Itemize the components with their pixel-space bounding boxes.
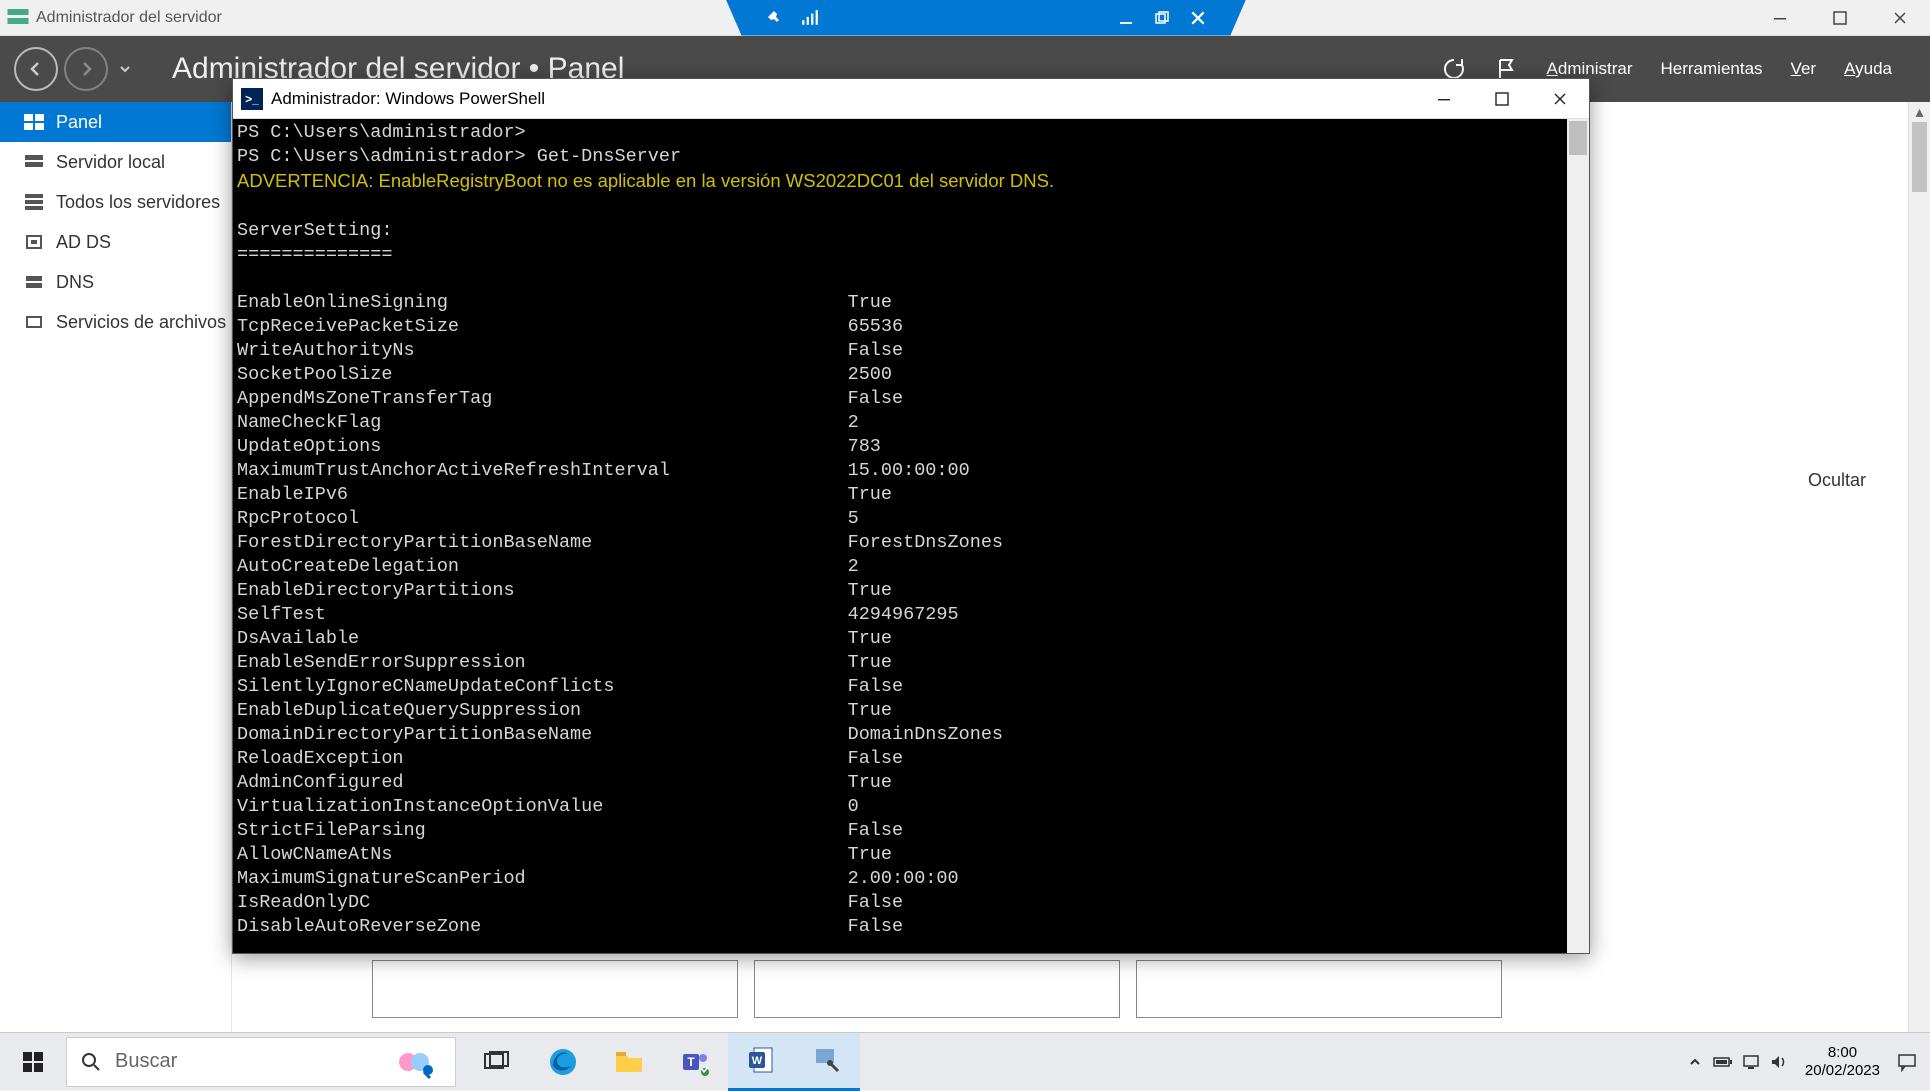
taskbar-apps: T W xyxy=(464,1033,860,1091)
sidebar-item-label: Servicios de archivos xyxy=(56,312,226,333)
outer-maximize-button[interactable] xyxy=(1810,0,1870,36)
nav-forward-button[interactable] xyxy=(64,47,108,91)
server-icon xyxy=(22,153,46,171)
teams-icon[interactable]: T xyxy=(662,1033,728,1091)
powershell-window: >_ Administrador: Windows PowerShell PS … xyxy=(232,78,1590,954)
ps-maximize-button[interactable] xyxy=(1473,79,1531,119)
word-icon[interactable]: W xyxy=(728,1033,794,1091)
sidebar-item-panel[interactable]: Panel xyxy=(0,102,231,142)
vm-restore-icon[interactable] xyxy=(1150,6,1174,30)
clock-date: 20/02/2023 xyxy=(1805,1062,1880,1080)
vm-minimize-icon[interactable] xyxy=(1114,6,1138,30)
tray-volume-icon[interactable] xyxy=(1765,1033,1793,1091)
main-scrollbar-vertical[interactable]: ▴ ▾ xyxy=(1908,102,1930,1090)
server-tools-icon[interactable] xyxy=(794,1033,860,1091)
tray-network-icon[interactable] xyxy=(1737,1033,1765,1091)
hide-link[interactable]: Ocultar xyxy=(1808,470,1866,491)
cortana-icon[interactable] xyxy=(391,1042,441,1082)
tray-battery-icon[interactable] xyxy=(1709,1033,1737,1091)
taskbar: Buscar T W 8:00 20/02/2023 xyxy=(0,1032,1930,1090)
signal-icon xyxy=(798,6,822,30)
scroll-thumb[interactable] xyxy=(1569,121,1587,155)
start-button[interactable] xyxy=(0,1033,66,1091)
outer-close-button[interactable] xyxy=(1870,0,1930,36)
nav-back-button[interactable] xyxy=(14,47,58,91)
system-tray: 8:00 20/02/2023 xyxy=(1681,1033,1930,1091)
scroll-up-icon[interactable]: ▴ xyxy=(1909,102,1930,122)
sidebar-item-adds[interactable]: AD DS xyxy=(0,222,231,262)
powershell-icon: >_ xyxy=(241,88,263,110)
tile-placeholder[interactable] xyxy=(754,960,1120,1018)
scroll-thumb[interactable] xyxy=(1912,122,1927,192)
adds-icon xyxy=(22,233,46,251)
svg-text:W: W xyxy=(752,1055,763,1067)
search-placeholder: Buscar xyxy=(115,1050,391,1073)
sidebar-item-label: DNS xyxy=(56,272,94,293)
servers-icon xyxy=(22,193,46,211)
sidebar-item-servicios-archivos[interactable]: Servicios de archivos xyxy=(0,302,231,342)
tile-row xyxy=(372,960,1502,1018)
sidebar-item-label: Servidor local xyxy=(56,152,165,173)
sidebar-item-label: Todos los servidores xyxy=(56,192,220,213)
taskbar-clock[interactable]: 8:00 20/02/2023 xyxy=(1805,1044,1880,1080)
search-icon xyxy=(81,1052,101,1072)
tile-placeholder[interactable] xyxy=(372,960,738,1018)
ps-minimize-button[interactable] xyxy=(1415,79,1473,119)
outer-minimize-button[interactable] xyxy=(1750,0,1810,36)
task-view-icon[interactable] xyxy=(464,1033,530,1091)
tray-chevron-up-icon[interactable] xyxy=(1681,1033,1709,1091)
files-icon xyxy=(22,313,46,331)
outer-window-title: Administrador del servidor xyxy=(36,9,222,27)
vm-close-icon[interactable] xyxy=(1186,6,1210,30)
dns-icon xyxy=(22,273,46,291)
pin-icon[interactable] xyxy=(762,6,786,30)
server-manager-app-icon xyxy=(6,6,30,30)
file-explorer-icon[interactable] xyxy=(596,1033,662,1091)
menu-ver[interactable]: Ver xyxy=(1791,59,1817,79)
svg-text:T: T xyxy=(687,1055,695,1069)
powershell-scrollbar[interactable] xyxy=(1567,119,1589,953)
edge-icon[interactable] xyxy=(530,1033,596,1091)
menu-administrar[interactable]: Administrar xyxy=(1547,59,1633,79)
menu-administrar-label: dministrar xyxy=(1558,59,1633,78)
outer-window-controls xyxy=(1750,0,1930,36)
dashboard-icon xyxy=(22,113,46,131)
powershell-title: Administrador: Windows PowerShell xyxy=(271,89,545,109)
outer-window: Administrador del servidor Administrador… xyxy=(0,0,1930,1090)
menu-herramientas[interactable]: Herramientas xyxy=(1661,59,1763,79)
sidebar-item-servidor-local[interactable]: Servidor local xyxy=(0,142,231,182)
sidebar-item-dns[interactable]: DNS xyxy=(0,262,231,302)
ps-close-button[interactable] xyxy=(1531,79,1589,119)
action-center-icon[interactable] xyxy=(1892,1033,1922,1091)
vm-connection-bar xyxy=(222,0,1750,36)
sidebar-item-todos-servidores[interactable]: Todos los servidores xyxy=(0,182,231,222)
sidebar-item-label: Panel xyxy=(56,112,102,133)
menu-ayuda[interactable]: Ayuda xyxy=(1844,59,1892,79)
powershell-console[interactable]: PS C:\Users\administrador> PS C:\Users\a… xyxy=(233,119,1567,953)
sidebar-item-label: AD DS xyxy=(56,232,111,253)
nav-history-dropdown[interactable] xyxy=(118,62,136,76)
tile-placeholder[interactable] xyxy=(1136,960,1502,1018)
taskbar-search[interactable]: Buscar xyxy=(66,1037,456,1087)
powershell-titlebar[interactable]: >_ Administrador: Windows PowerShell xyxy=(233,79,1589,119)
outer-titlebar: Administrador del servidor xyxy=(0,0,1930,36)
clock-time: 8:00 xyxy=(1805,1044,1880,1062)
sidebar: Panel Servidor local Todos los servidore… xyxy=(0,102,232,1090)
